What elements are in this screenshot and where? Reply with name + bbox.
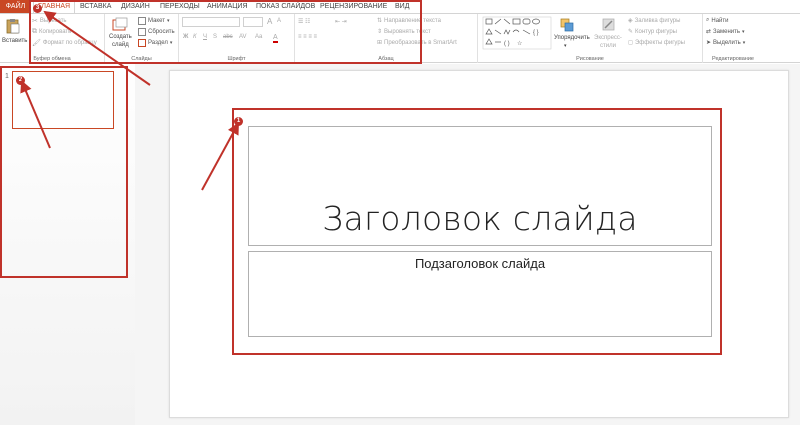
replace-icon: ⇄ — [706, 29, 712, 35]
thumbnails-highlight-box — [0, 66, 128, 278]
select-label: Выделить — [713, 39, 741, 46]
pen-icon: ✎ — [628, 29, 634, 35]
annotation-badge-slide: 1 — [234, 117, 243, 126]
drawing-group-label: Рисование — [576, 56, 604, 62]
svg-text:☆: ☆ — [517, 40, 522, 47]
find-label: Найти — [711, 17, 729, 24]
effects-icon: ◻ — [628, 40, 633, 46]
shapes-gallery[interactable]: { } ( ) ☆ — [482, 16, 552, 50]
shape-outline-label: Контур фигуры — [635, 28, 677, 35]
chevron-down-icon: ▾ — [742, 28, 745, 35]
shape-effects-label: Эффекты фигуры — [634, 39, 685, 46]
quick-styles-button[interactable]: Экспресс- стили — [594, 17, 624, 55]
find-button[interactable]: ⌕ Найти — [706, 17, 729, 24]
replace-button[interactable]: ⇄ Заменить ▾ — [706, 28, 745, 36]
paste-button[interactable]: Вставить — [2, 16, 28, 52]
shape-fill-label: Заливка фигуры — [634, 17, 681, 24]
editing-group: ⌕ Найти ⇄ Заменить ▾ ➤ Выделить ▾ Редакт… — [703, 14, 763, 63]
arrange-button[interactable]: Упорядочить ▾ — [554, 17, 590, 55]
svg-text:( ): ( ) — [504, 41, 510, 47]
arrange-label: Упорядочить — [554, 35, 590, 41]
chevron-down-icon: ▾ — [564, 43, 567, 49]
paste-icon — [6, 19, 20, 34]
quick-styles-icon — [602, 18, 615, 31]
svg-text:{ }: { } — [533, 30, 539, 36]
cursor-icon: ➤ — [706, 40, 712, 46]
paste-label: Вставить — [2, 38, 28, 44]
arrange-icon — [560, 18, 574, 32]
chevron-down-icon: ▾ — [742, 39, 746, 46]
paint-bucket-icon: ◈ — [628, 18, 633, 24]
replace-label: Заменить — [713, 28, 740, 35]
binoculars-icon: ⌕ — [706, 17, 710, 23]
shape-effects-button[interactable]: ◻ Эффекты фигуры — [628, 39, 685, 47]
editing-group-label: Редактирование — [712, 56, 754, 62]
tab-file[interactable]: ФАЙЛ — [0, 0, 31, 13]
ribbon-highlight-box — [29, 0, 422, 64]
shape-outline-button[interactable]: ✎ Контур фигуры — [628, 28, 677, 36]
quick-styles-label-2: стили — [600, 43, 616, 49]
slide-highlight-box — [232, 108, 722, 355]
annotation-badge-ribbon: 3 — [33, 4, 42, 13]
annotation-badge-thumbnails: 2 — [16, 76, 25, 85]
quick-styles-label-1: Экспресс- — [594, 35, 622, 41]
drawing-group: { } ( ) ☆ Упорядочить ▾ Экспресс- стили — [478, 14, 703, 63]
select-button[interactable]: ➤ Выделить ▾ — [706, 39, 746, 47]
shape-fill-button[interactable]: ◈ Заливка фигуры — [628, 17, 681, 25]
